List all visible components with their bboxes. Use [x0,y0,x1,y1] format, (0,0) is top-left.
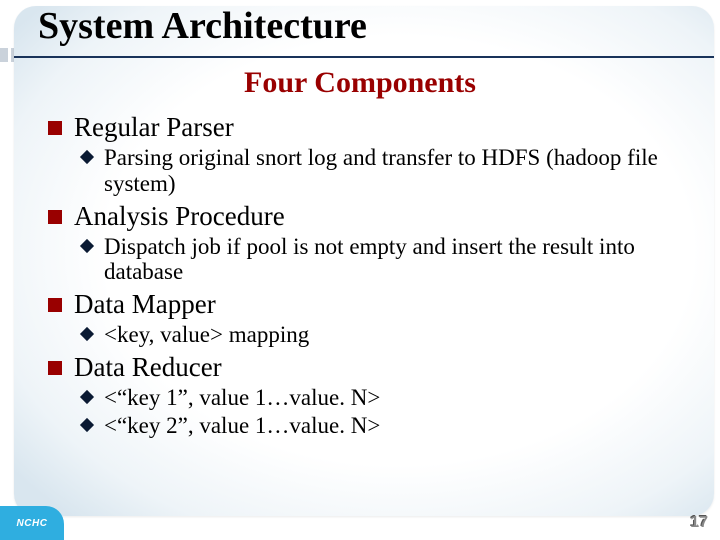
subbullet: Parsing original snort log and transfer … [48,145,700,197]
bullet-analysis-procedure: Analysis Procedure [48,201,700,232]
slide-subtitle: Four Components [0,66,720,100]
subbullet-text: Dispatch job if pool is not empty and in… [104,234,635,285]
diamond-bullet-icon [80,150,94,164]
subbullet-text: <key, value> mapping [104,322,309,347]
subbullet: <“key 1”, value 1…value. N> [48,385,700,411]
bullet-data-reducer: Data Reducer [48,352,700,383]
bullet-data-mapper: Data Mapper [48,289,700,320]
diamond-bullet-icon [80,418,94,432]
diamond-bullet-icon [80,390,94,404]
subbullet-text: <“key 2”, value 1…value. N> [104,413,380,438]
title-underline [14,56,714,58]
content-area: Regular Parser Parsing original snort lo… [48,108,700,522]
page-number: 17 [690,514,708,532]
square-bullet-icon [48,210,62,224]
subbullet: <“key 2”, value 1…value. N> [48,413,700,439]
bullet-label: Data Reducer [74,352,222,382]
footer-logo: NCHC [0,506,64,540]
bullet-regular-parser: Regular Parser [48,112,700,143]
square-bullet-icon [48,121,62,135]
bullet-label: Analysis Procedure [74,201,285,231]
subbullet: <key, value> mapping [48,322,700,348]
bullet-label: Regular Parser [74,112,234,142]
bullet-label: Data Mapper [74,289,216,319]
subbullet: Dispatch job if pool is not empty and in… [48,234,700,286]
subbullet-text: <“key 1”, value 1…value. N> [104,385,380,410]
diamond-bullet-icon [80,327,94,341]
footer-logo-text: NCHC [17,518,48,529]
square-bullet-icon [48,298,62,312]
diamond-bullet-icon [80,239,94,253]
slide-title: System Architecture [38,4,367,48]
subbullet-text: Parsing original snort log and transfer … [104,145,658,196]
square-bullet-icon [48,361,62,375]
